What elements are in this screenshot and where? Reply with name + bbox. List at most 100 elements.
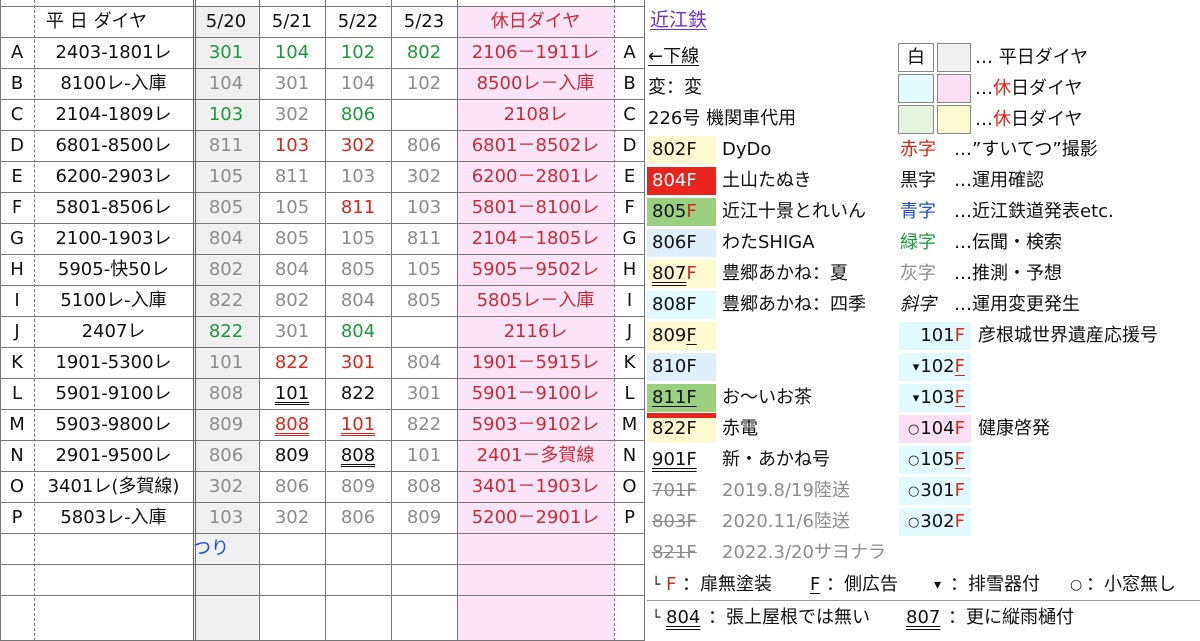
row-id-right: A [623,41,636,63]
footnote-separator [647,600,1200,601]
car-name: 2020.11/6陸送 [722,511,850,532]
car-F-mark: F [954,449,965,470]
car-name: お～いお茶 [722,387,812,408]
header-weekday: 平 日 ダイヤ [46,10,147,32]
day-car-cell: 105 [406,258,442,280]
car-number: 701F [652,480,697,501]
day-car-cell [391,99,457,130]
car-number-box: 806F [647,229,716,257]
header-date-2: 5/21 [271,10,313,32]
day-car-cell: 302 [208,475,244,497]
day-car-cell: 808 [208,382,244,404]
row-holiday: 1901－5915レ [471,351,600,373]
legend-swatch [898,74,934,103]
schedule-table: 平 日 ダイヤ 5/20 5/21 5/22 5/23 休日ダイヤ A 2403-1801レ 3… [0,0,645,641]
day-car-cell: 806 [274,475,310,497]
car-number: 806F [652,232,697,253]
row-id-right: D [622,134,637,156]
footnote-marker: ○ [1070,577,1083,593]
legend-swatch [937,43,971,72]
day-car-cell: 804 [274,258,310,280]
footnote-text: ：扉無塗装 [682,574,772,595]
car-number: 805 [652,201,687,222]
day-car-cell: 101 [274,382,310,404]
row-holiday: 5901－9100レ [471,382,600,404]
row-holiday: 6801－8502レ [471,134,600,156]
grid-vline [193,0,196,641]
row-id: D [10,134,24,156]
car-number-box: 803F [647,508,716,536]
row-id-right: O [622,475,637,497]
grid-hline [0,192,645,193]
small-car-number: 102 [920,356,955,377]
grid-hline [0,471,645,472]
footnote-marker: ▾ [934,577,942,593]
day-car-cell: 102 [406,72,442,94]
grid-hline [0,68,645,69]
day-car-cell: 103 [406,196,442,218]
row-id-right: B [623,72,636,94]
row-train: 6200-2903レ [55,165,172,187]
legend-color-label: 斜字 [900,294,936,315]
day-car-cell: 105 [208,165,244,187]
header-holiday: 休日ダイヤ [490,10,581,32]
row-train: 2901-9500レ [55,444,172,466]
row-id: K [11,351,23,373]
grid-hline [0,285,645,286]
day-car-cell: 103 [208,506,244,528]
row-id: I [14,289,20,311]
car-number-box: 810F [647,353,716,381]
car-name: 豊郷あかね：四季 [722,294,866,315]
left-note: 変：変 [648,77,702,98]
legend-swatch [937,105,971,134]
day-car-cell: 802 [208,258,244,280]
row-id: C [10,103,24,125]
small-car-name: 彦根城世界遺産応援号 [978,325,1158,346]
day-car-cell: 804 [340,289,376,311]
car-name: 2022.3/20サヨナラ [722,542,886,563]
grid-hline [0,316,645,317]
legend-text-part: 休 [993,108,1011,130]
row-holiday: 5200－2901レ [471,506,600,528]
legend-color-text: …運用確認 [954,170,1044,191]
car-number-box: 807 F [647,260,716,288]
legend-color-text: …近江鉄道発表etc. [954,201,1114,222]
car-name: 新・あかね号 [722,449,830,470]
day-car-cell: 822 [208,289,244,311]
car-F-mark: F [954,387,965,408]
row-train: 5903-9800レ [55,413,172,435]
grid-vline [34,0,35,641]
car-number: 804F [652,170,697,191]
day-car-cell: 802 [274,289,310,311]
day-car-cell: 804 [208,227,244,249]
legend-color-label: 赤字 [900,139,936,160]
grid-hline [0,6,645,7]
small-car-marker: ○ [907,514,920,530]
day-car-cell: 811 [406,227,442,249]
legend-color-text: …伝聞・検索 [954,232,1062,253]
row-id-right: N [622,444,637,466]
small-car-box: ▾ 102 F [899,353,971,381]
day-car-cell: 822 [274,351,310,373]
day-car-cell: 101 [208,351,244,373]
day-car-cell: 101 [406,444,442,466]
footnote-text: ：小窓無し [1086,574,1176,595]
car-number-box: 809 F [647,322,716,350]
day-car-cell: 302 [274,103,310,125]
row-id-right: K [623,351,636,373]
day-car-cell: 805 [406,289,442,311]
grid-hline [0,378,645,379]
day-car-cell: 822 [340,382,376,404]
day-car-cell: 822 [406,413,442,435]
row-id: O [9,475,25,497]
footnote-corner: └ [652,610,661,626]
row-id: E [11,165,23,187]
car-number: 821F [652,542,697,563]
row-holiday: 5905－9502レ [471,258,600,280]
car-name: 土山たぬき [722,170,812,191]
day-car-cell: 301 [406,382,442,404]
row-train: 6801-8500レ [55,134,172,156]
small-car-box: ▾ 103 F [899,384,971,412]
row-id: F [11,196,23,218]
day-car-cell: 104 [208,72,244,94]
